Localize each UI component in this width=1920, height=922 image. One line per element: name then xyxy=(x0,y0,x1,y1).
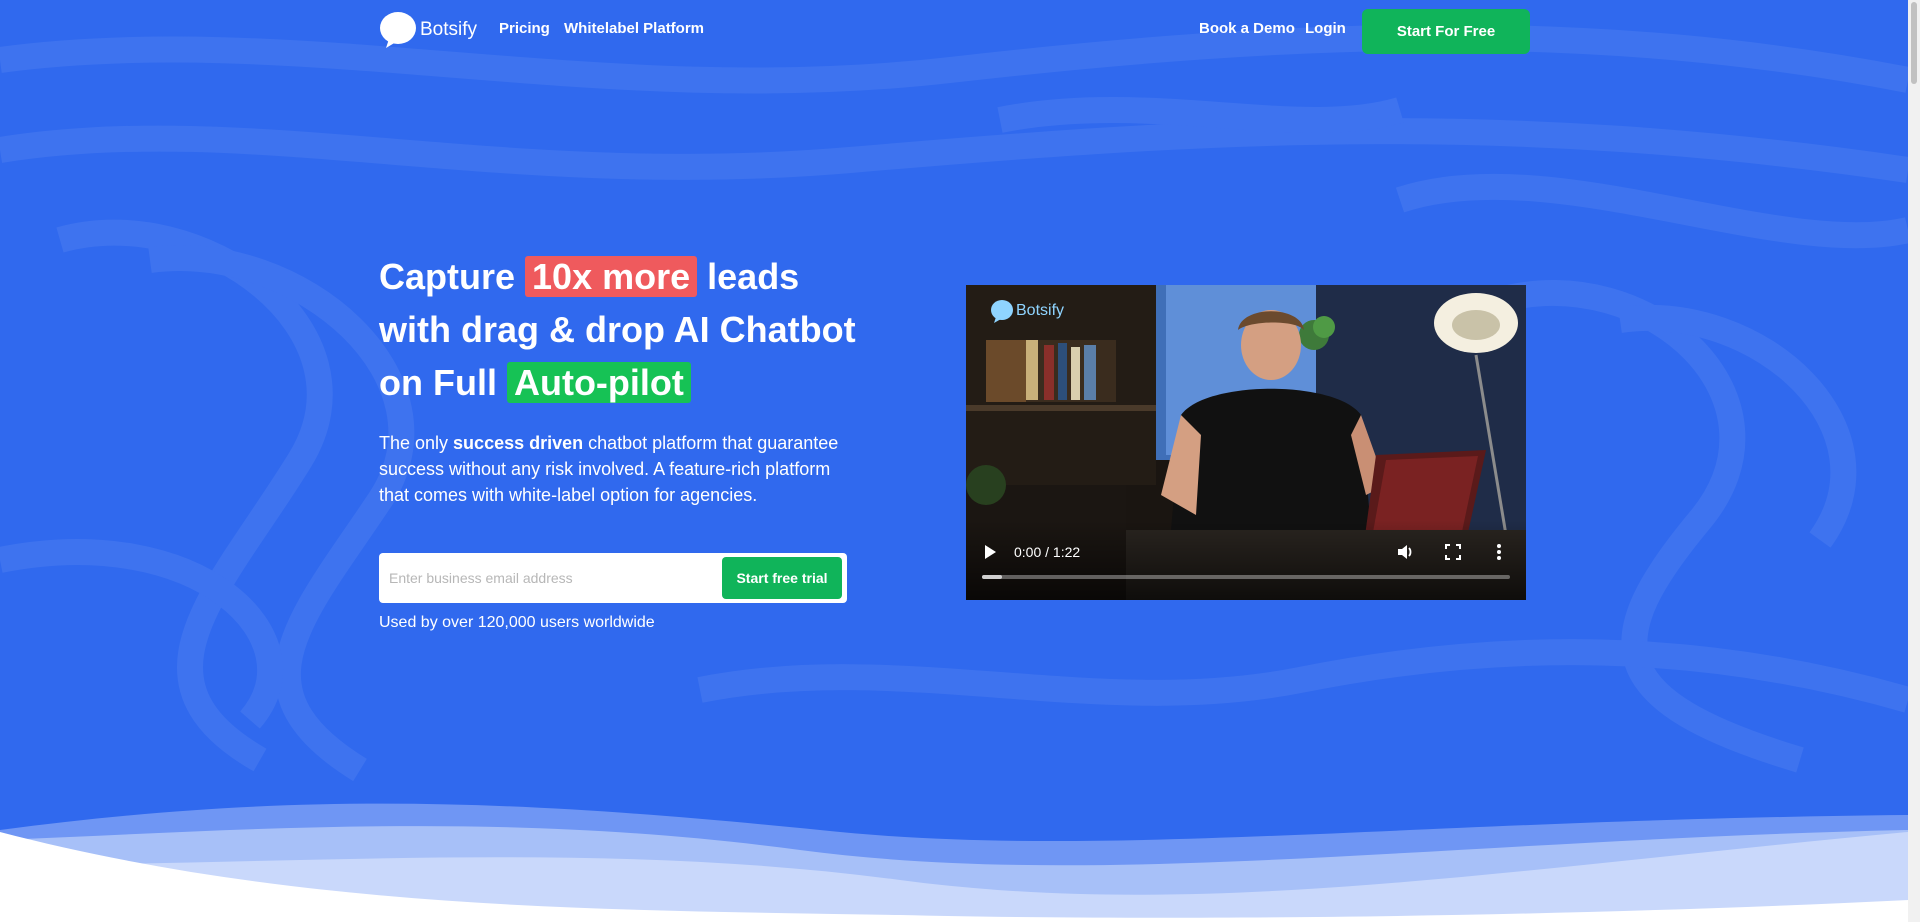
highlight-auto-pilot: Auto-pilot xyxy=(506,362,691,403)
fullscreen-icon[interactable] xyxy=(1445,544,1461,560)
users-count-note: Used by over 120,000 users worldwide xyxy=(379,614,655,631)
bottom-waves xyxy=(0,803,1908,922)
video-watermark: Botsify xyxy=(990,299,1064,323)
start-free-trial-button[interactable]: Start free trial xyxy=(722,557,842,599)
video-progress-bar[interactable] xyxy=(982,575,1510,579)
business-email-input[interactable] xyxy=(379,553,719,603)
botsify-logo[interactable]: Botsify xyxy=(379,10,477,50)
logo-text: Botsify xyxy=(420,19,478,40)
chat-bubble-icon xyxy=(380,12,416,48)
more-options-icon[interactable] xyxy=(1496,543,1502,561)
hero-section: Botsify Pricing Whitelabel Platform Book… xyxy=(0,0,1908,922)
video-controls-overlay xyxy=(966,520,1526,600)
hero-description: The only success driven chatbot platform… xyxy=(379,430,849,508)
video-time: 0:00 / 1:22 xyxy=(1014,544,1081,560)
description-pre: The only xyxy=(379,433,454,453)
scrollbar-thumb[interactable] xyxy=(1911,2,1917,84)
start-for-free-button[interactable]: Start For Free xyxy=(1362,9,1530,54)
nav-link-pricing[interactable]: Pricing xyxy=(499,20,550,37)
highlight-10x-more: 10x more xyxy=(525,256,698,297)
play-icon[interactable] xyxy=(982,544,998,560)
nav-link-whitelabel[interactable]: Whitelabel Platform xyxy=(564,20,704,37)
description-bold: success driven xyxy=(453,433,584,453)
page-scrollbar[interactable] xyxy=(1908,0,1920,922)
headline-text-1: Capture xyxy=(379,256,526,297)
hero-headline: Capture 10x more leads with drag & drop … xyxy=(379,250,899,409)
chat-bubble-icon xyxy=(991,300,1013,323)
video-progress-fill xyxy=(982,575,1002,579)
headline-text-4: on Full xyxy=(379,362,507,403)
headline-text-3: with drag & drop AI Chatbot xyxy=(379,309,856,350)
video-player[interactable]: Botsify 0:00 / 1:22 xyxy=(966,285,1526,600)
nav-link-book-demo[interactable]: Book a Demo xyxy=(1199,20,1295,37)
video-watermark-text: Botsify xyxy=(1016,302,1065,319)
signup-form: Start free trial xyxy=(379,553,847,603)
volume-icon[interactable] xyxy=(1396,543,1414,561)
headline-text-2: leads xyxy=(697,256,800,297)
nav-link-login[interactable]: Login xyxy=(1305,20,1346,37)
